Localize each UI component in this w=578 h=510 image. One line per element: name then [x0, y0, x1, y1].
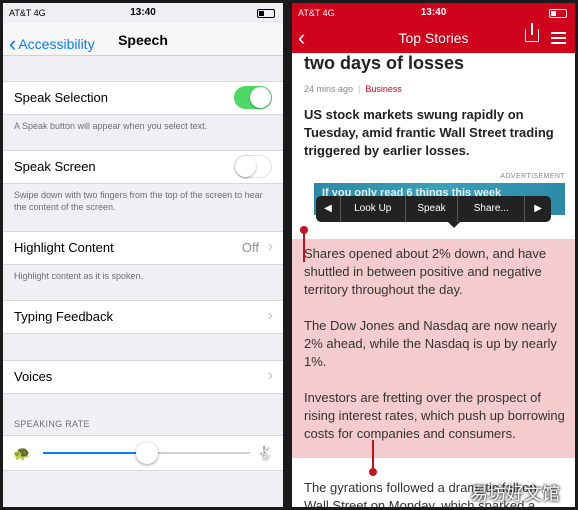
speak-menu-item[interactable]: Speak — [406, 196, 459, 222]
slider-thumb[interactable] — [135, 442, 158, 464]
text-selection-menu: ◀ Look Up Speak Share... ▶ — [316, 196, 551, 228]
article-headline: two days of losses — [304, 53, 465, 73]
article-lead: US stock markets swung rapidly on Tuesda… — [304, 107, 554, 158]
article-paragraph[interactable]: Investors are fretting over the prospect… — [304, 389, 565, 443]
typing-feedback-label: Typing Feedback — [14, 309, 114, 324]
watermark-text: 易坊好文馆 — [470, 484, 560, 504]
battery-icon — [257, 9, 275, 18]
article-meta: 24 mins ago | Business — [304, 84, 402, 94]
speaking-rate-header: SPEAKING RATE — [14, 419, 90, 429]
highlight-content-note: Highlight content as it is spoken. — [14, 271, 144, 281]
speak-selection-note: A Speak button will appear when you sele… — [14, 121, 208, 131]
next-arrow-icon[interactable]: ▶ — [525, 196, 551, 222]
previous-arrow-icon[interactable]: ◀ — [316, 196, 341, 222]
meta-divider: | — [358, 84, 361, 94]
speak-selection-row[interactable]: Speak Selection — [3, 81, 283, 115]
look-up-menu-item[interactable]: Look Up — [341, 196, 406, 222]
turtle-icon: 🐢 — [13, 445, 31, 461]
battery-icon — [549, 9, 567, 18]
highlight-content-value: Off — [241, 240, 259, 255]
speak-screen-note: Swipe down with two fingers from the top… — [14, 190, 263, 212]
page-title: Speech — [118, 32, 168, 48]
share-menu-item[interactable]: Share... — [458, 196, 526, 222]
selection-start-handle[interactable] — [300, 226, 308, 262]
speak-screen-toggle[interactable] — [234, 155, 272, 178]
highlight-content-row[interactable]: Highlight Content Off › — [3, 231, 283, 265]
chevron-right-icon: › — [267, 238, 273, 255]
navigation-bar: ‹ Top Stories — [292, 23, 575, 53]
toggle-knob — [235, 156, 256, 177]
status-time: 13:40 — [130, 7, 156, 18]
speak-selection-label: Speak Selection — [14, 90, 108, 105]
typing-feedback-row[interactable]: Typing Feedback › — [3, 300, 283, 334]
chevron-right-icon: › — [267, 367, 273, 384]
advertisement-label: ADVERTISEMENT — [500, 173, 565, 180]
menu-icon[interactable] — [551, 32, 566, 34]
speech-settings-screen: AT&T 4G 13:40 ‹ Accessibility Speech Spea… — [3, 3, 283, 507]
selection-end-handle[interactable] — [369, 440, 377, 476]
navigation-bar: ‹ Accessibility Speech — [3, 23, 283, 56]
speaking-rate-slider[interactable]: 🐢 🐇 — [3, 435, 283, 471]
chevron-right-icon: › — [267, 307, 273, 324]
toggle-knob — [250, 87, 271, 108]
status-time: 13:40 — [420, 7, 447, 18]
highlight-content-label: Highlight Content — [14, 240, 114, 255]
slider-fill — [43, 452, 147, 454]
voices-label: Voices — [14, 369, 53, 384]
status-bar: AT&T 4G 13:40 — [3, 3, 283, 23]
speak-screen-row[interactable]: Speak Screen — [3, 150, 283, 184]
voices-row[interactable]: Voices › — [3, 360, 283, 394]
article-paragraph[interactable]: Shares opened about 2% down, and have sh… — [304, 245, 565, 299]
share-icon[interactable] — [525, 23, 539, 42]
speak-screen-label: Speak Screen — [14, 159, 96, 174]
status-bar: AT&T 4G 13:40 — [292, 3, 575, 23]
article-paragraph[interactable]: The Dow Jones and Nasdaq are now nearly … — [304, 317, 565, 371]
hare-icon: 🐇 — [256, 445, 274, 461]
article-category-link[interactable]: Business — [365, 84, 402, 94]
speak-selection-toggle[interactable] — [234, 86, 272, 109]
article-time: 24 mins ago — [304, 84, 354, 94]
news-article-screen: AT&T 4G 13:40 ‹ Top Stories two days of … — [292, 3, 575, 507]
